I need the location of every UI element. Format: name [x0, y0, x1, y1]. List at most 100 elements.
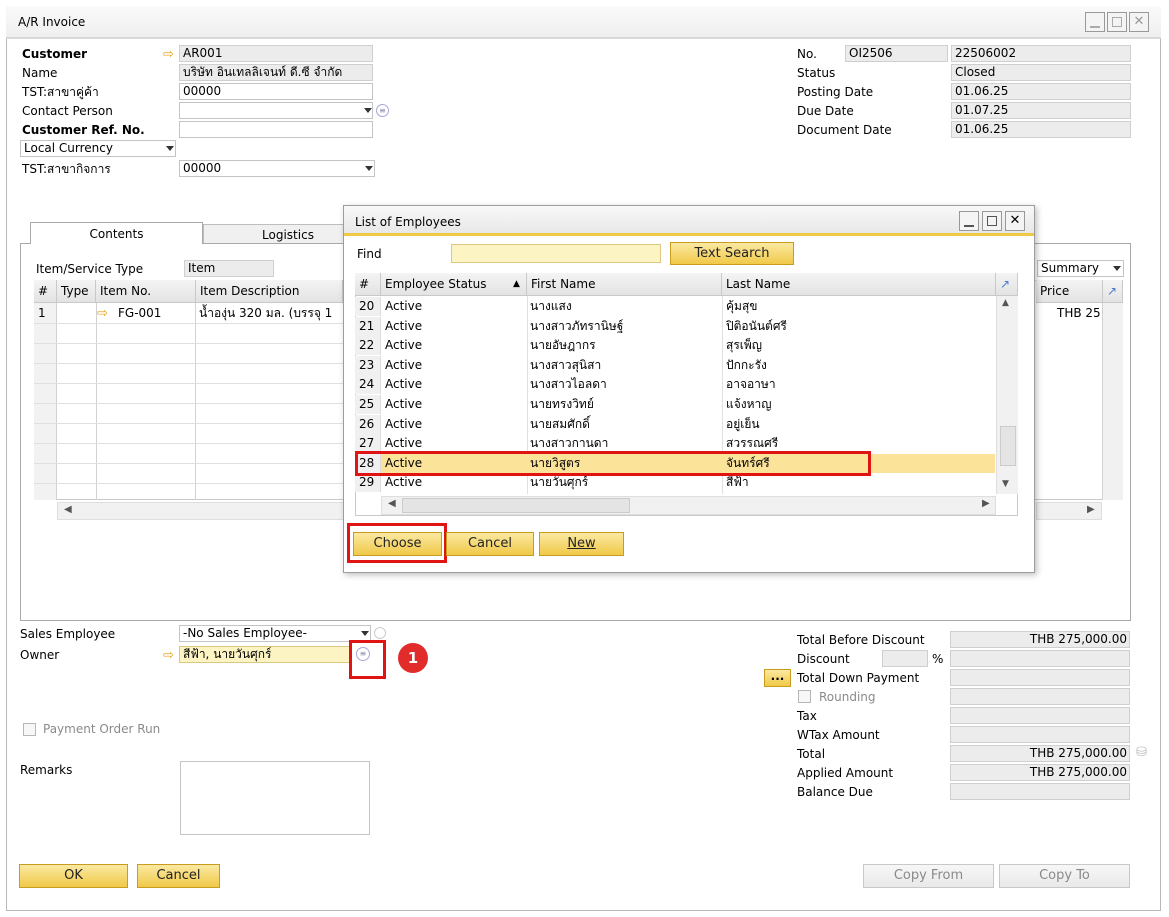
col-header-item-description[interactable]: Item Description: [196, 280, 343, 303]
expand-icon[interactable]: ↗: [996, 273, 1018, 296]
minimize-button[interactable]: [1085, 12, 1105, 32]
scroll-up-icon[interactable]: ▲: [1002, 298, 1009, 308]
cancel-button[interactable]: Cancel: [137, 864, 220, 888]
first-name-cell: นายวันศุกร์: [530, 475, 589, 490]
posting-date-field[interactable]: 01.06.25: [951, 83, 1131, 100]
name-label: Name: [22, 66, 58, 80]
discount-amount-field[interactable]: [950, 650, 1130, 667]
grid-vscroll[interactable]: [1103, 303, 1123, 500]
customer-ref-field[interactable]: [179, 121, 373, 138]
currency-dropdown[interactable]: Local Currency: [20, 140, 176, 157]
hscroll-thumb[interactable]: [402, 498, 630, 513]
posting-date-label: Posting Date: [797, 85, 874, 99]
status-field[interactable]: Closed: [951, 64, 1131, 81]
dialog-titlebar: List of Employees ✕: [344, 206, 1034, 236]
balance-due-field[interactable]: [950, 783, 1130, 800]
copy-to-button[interactable]: Copy To: [999, 864, 1130, 888]
contact-person-dropdown[interactable]: [179, 102, 373, 119]
ok-button[interactable]: OK: [19, 864, 128, 888]
chevron-right-icon[interactable]: ▶: [982, 498, 990, 509]
dialog-close-button[interactable]: ✕: [1005, 211, 1025, 231]
col-header-item-no[interactable]: Item No.: [96, 280, 196, 303]
remarks-textarea[interactable]: [180, 761, 370, 835]
first-name-cell: นายสมศักดิ์: [530, 416, 590, 431]
name-field[interactable]: บริษัท อินเทลลิเจนท์ ดี.ซี่ จำกัด: [179, 64, 373, 81]
link-arrow-icon[interactable]: ⇨: [97, 305, 108, 322]
customer-field[interactable]: AR001: [179, 45, 373, 62]
col-header-last-name[interactable]: Last Name: [722, 273, 996, 296]
col-header-num[interactable]: #: [34, 280, 57, 303]
doc-number-field[interactable]: 22506002: [951, 45, 1131, 62]
item-type-field[interactable]: Item: [184, 260, 274, 277]
series-field[interactable]: OI2506: [845, 45, 948, 62]
total-down-payment-field[interactable]: [950, 669, 1130, 686]
chevron-right-icon[interactable]: ▶: [1087, 504, 1095, 515]
rounding-checkbox[interactable]: [798, 690, 811, 703]
dialog-cancel-button[interactable]: Cancel: [446, 532, 534, 556]
chevron-left-icon[interactable]: ◀: [64, 504, 72, 515]
link-arrow-icon[interactable]: ⇨: [163, 647, 174, 664]
chevron-left-icon[interactable]: ◀: [388, 498, 396, 509]
maximize-button[interactable]: [1107, 12, 1127, 32]
coins-icon[interactable]: ⛁: [1136, 745, 1152, 761]
col-header-type[interactable]: Type: [57, 280, 96, 303]
applied-amount-field[interactable]: THB 275,000.00: [950, 764, 1130, 781]
employees-vscroll[interactable]: ▲ ▼: [996, 296, 1018, 494]
dialog-maximize-button[interactable]: [982, 211, 1002, 231]
col-header-employee-status[interactable]: Employee Status ▲: [381, 273, 527, 296]
total-down-payment-label: Total Down Payment: [797, 671, 920, 685]
employee-row[interactable]: 23 Active นางสาวสุนิสา ปักกะรัง: [355, 355, 995, 376]
scroll-thumb[interactable]: [1000, 426, 1016, 466]
down-payment-button[interactable]: ...: [764, 669, 791, 687]
branch-field[interactable]: 00000: [179, 83, 373, 100]
due-date-field[interactable]: 01.07.25: [951, 102, 1131, 119]
employee-row[interactable]: 22 Active นายอัษฎากร สุรเพ็ญ: [355, 336, 995, 356]
rounding-field[interactable]: [950, 688, 1130, 705]
find-input[interactable]: [451, 244, 661, 263]
chevron-down-icon: [361, 631, 369, 636]
col-header-first-name[interactable]: First Name: [527, 273, 722, 296]
document-date-field[interactable]: 01.06.25: [951, 121, 1131, 138]
employee-row[interactable]: 25 Active นายทรงวิทย์ แจ้งหาญ: [355, 395, 995, 415]
total-field[interactable]: THB 275,000.00: [950, 745, 1130, 762]
tab-contents[interactable]: Contents: [30, 222, 203, 244]
link-arrow-icon[interactable]: ⇨: [163, 46, 174, 63]
employee-row[interactable]: 21 Active นางสาวภัทรานิษฐ์ ปิติอนันต์ศรี: [355, 316, 995, 337]
employee-row[interactable]: 26 Active นายสมศักดิ์ อยู่เย็น: [355, 414, 995, 435]
price-cell: THB 25: [1057, 306, 1101, 320]
sort-asc-icon: ▲: [513, 279, 520, 289]
employee-row[interactable]: 20 Active นางแสง คุ้มสุข: [355, 297, 995, 317]
copy-from-button[interactable]: Copy From: [863, 864, 994, 888]
table-row[interactable]: 1 ⇨ FG-001 น้ำองุ่น 320 มล. (บรรจุ 1: [34, 304, 344, 323]
wtax-amount-field[interactable]: [950, 726, 1130, 743]
close-button[interactable]: ✕: [1129, 12, 1149, 32]
total-before-discount-field[interactable]: THB 275,000.00: [950, 631, 1130, 648]
list-icon[interactable]: [374, 627, 386, 639]
dialog-minimize-button[interactable]: [959, 211, 979, 231]
summary-dropdown[interactable]: Summary: [1037, 260, 1124, 277]
employees-hscroll[interactable]: ◀ ▶: [381, 496, 996, 515]
grid-hscroll-right[interactable]: ▶: [1036, 502, 1102, 520]
biz-branch-dropdown[interactable]: 00000: [179, 160, 375, 177]
expand-icon[interactable]: ↗: [1103, 280, 1123, 303]
new-button[interactable]: New: [539, 532, 624, 556]
tax-field[interactable]: [950, 707, 1130, 724]
dialog-title: List of Employees: [355, 215, 461, 229]
text-search-button[interactable]: Text Search: [670, 242, 794, 265]
tax-label: Tax: [797, 709, 817, 723]
owner-field[interactable]: สีฟ้า, นายวันศุกร์: [179, 646, 350, 663]
payment-order-run-checkbox[interactable]: [23, 723, 36, 736]
sales-employee-dropdown[interactable]: -No Sales Employee-: [179, 625, 371, 642]
employee-row[interactable]: 24 Active นางสาวไอลดา อาจอาษา: [355, 375, 995, 395]
employee-status-cell: Active: [385, 377, 423, 392]
grid-divider: [195, 303, 196, 500]
col-header-num[interactable]: #: [355, 273, 381, 296]
total-label: Total: [797, 747, 826, 761]
col-header-price[interactable]: Price: [1036, 280, 1103, 303]
employee-row[interactable]: 29 Active นายวันศุกร์ สีฟ้า: [355, 473, 995, 493]
scroll-down-icon[interactable]: ▼: [1002, 479, 1009, 489]
discount-percent-field[interactable]: [882, 650, 928, 667]
grid-hscroll[interactable]: ◀: [57, 502, 345, 520]
no-label: No.: [797, 47, 817, 61]
list-icon[interactable]: ≡: [376, 104, 389, 117]
